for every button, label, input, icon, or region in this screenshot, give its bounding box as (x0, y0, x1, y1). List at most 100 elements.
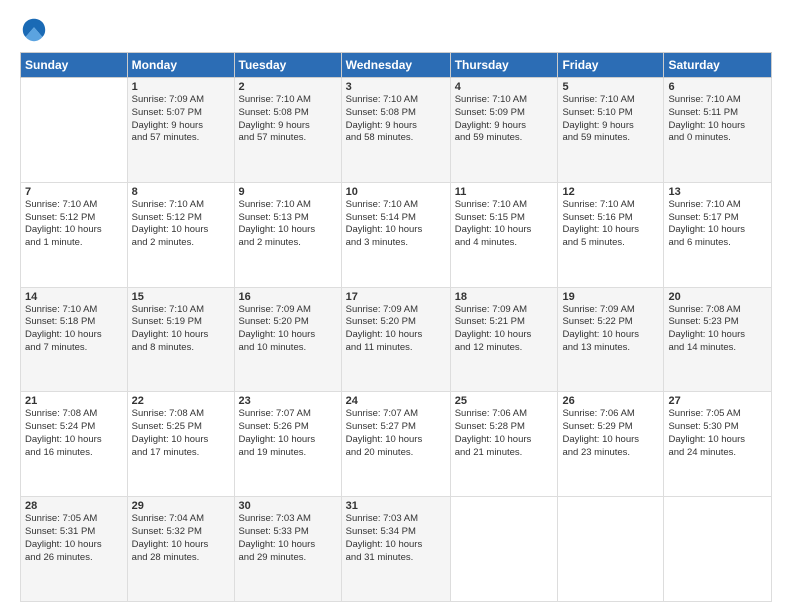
day-number: 13 (668, 186, 767, 198)
day-info: Sunrise: 7:10 AMSunset: 5:19 PMDaylight:… (132, 304, 230, 355)
header-day-monday: Monday (127, 53, 234, 78)
page: SundayMondayTuesdayWednesdayThursdayFrid… (0, 0, 792, 612)
calendar-cell: 24Sunrise: 7:07 AMSunset: 5:27 PMDayligh… (341, 392, 450, 497)
day-number: 5 (562, 81, 659, 93)
day-info: Sunrise: 7:10 AMSunset: 5:14 PMDaylight:… (346, 199, 446, 250)
week-row-5: 28Sunrise: 7:05 AMSunset: 5:31 PMDayligh… (21, 497, 772, 602)
day-info: Sunrise: 7:10 AMSunset: 5:13 PMDaylight:… (239, 199, 337, 250)
calendar-cell (558, 497, 664, 602)
day-info: Sunrise: 7:08 AMSunset: 5:24 PMDaylight:… (25, 408, 123, 459)
day-info: Sunrise: 7:05 AMSunset: 5:30 PMDaylight:… (668, 408, 767, 459)
day-info: Sunrise: 7:03 AMSunset: 5:33 PMDaylight:… (239, 513, 337, 564)
day-info: Sunrise: 7:10 AMSunset: 5:08 PMDaylight:… (239, 94, 337, 145)
day-number: 29 (132, 500, 230, 512)
calendar-cell: 2Sunrise: 7:10 AMSunset: 5:08 PMDaylight… (234, 78, 341, 183)
day-number: 8 (132, 186, 230, 198)
day-number: 30 (239, 500, 337, 512)
day-info: Sunrise: 7:10 AMSunset: 5:16 PMDaylight:… (562, 199, 659, 250)
day-number: 12 (562, 186, 659, 198)
header-day-wednesday: Wednesday (341, 53, 450, 78)
day-info: Sunrise: 7:09 AMSunset: 5:20 PMDaylight:… (239, 304, 337, 355)
calendar-cell: 18Sunrise: 7:09 AMSunset: 5:21 PMDayligh… (450, 287, 558, 392)
day-info: Sunrise: 7:07 AMSunset: 5:27 PMDaylight:… (346, 408, 446, 459)
calendar-cell: 15Sunrise: 7:10 AMSunset: 5:19 PMDayligh… (127, 287, 234, 392)
calendar-cell: 4Sunrise: 7:10 AMSunset: 5:09 PMDaylight… (450, 78, 558, 183)
calendar-cell: 3Sunrise: 7:10 AMSunset: 5:08 PMDaylight… (341, 78, 450, 183)
calendar-cell: 29Sunrise: 7:04 AMSunset: 5:32 PMDayligh… (127, 497, 234, 602)
day-number: 15 (132, 291, 230, 303)
day-number: 23 (239, 395, 337, 407)
day-number: 20 (668, 291, 767, 303)
day-info: Sunrise: 7:09 AMSunset: 5:07 PMDaylight:… (132, 94, 230, 145)
calendar-cell: 8Sunrise: 7:10 AMSunset: 5:12 PMDaylight… (127, 182, 234, 287)
calendar-cell: 11Sunrise: 7:10 AMSunset: 5:15 PMDayligh… (450, 182, 558, 287)
calendar-cell: 30Sunrise: 7:03 AMSunset: 5:33 PMDayligh… (234, 497, 341, 602)
week-row-4: 21Sunrise: 7:08 AMSunset: 5:24 PMDayligh… (21, 392, 772, 497)
calendar-cell: 16Sunrise: 7:09 AMSunset: 5:20 PMDayligh… (234, 287, 341, 392)
logo-icon (20, 16, 48, 44)
day-info: Sunrise: 7:07 AMSunset: 5:26 PMDaylight:… (239, 408, 337, 459)
day-info: Sunrise: 7:10 AMSunset: 5:10 PMDaylight:… (562, 94, 659, 145)
day-info: Sunrise: 7:09 AMSunset: 5:21 PMDaylight:… (455, 304, 554, 355)
week-row-2: 7Sunrise: 7:10 AMSunset: 5:12 PMDaylight… (21, 182, 772, 287)
calendar-cell (664, 497, 772, 602)
day-number: 26 (562, 395, 659, 407)
header-row: SundayMondayTuesdayWednesdayThursdayFrid… (21, 53, 772, 78)
day-number: 9 (239, 186, 337, 198)
day-info: Sunrise: 7:10 AMSunset: 5:18 PMDaylight:… (25, 304, 123, 355)
day-number: 16 (239, 291, 337, 303)
day-number: 14 (25, 291, 123, 303)
day-number: 19 (562, 291, 659, 303)
calendar-cell: 5Sunrise: 7:10 AMSunset: 5:10 PMDaylight… (558, 78, 664, 183)
day-number: 6 (668, 81, 767, 93)
day-info: Sunrise: 7:10 AMSunset: 5:17 PMDaylight:… (668, 199, 767, 250)
calendar-cell: 26Sunrise: 7:06 AMSunset: 5:29 PMDayligh… (558, 392, 664, 497)
day-info: Sunrise: 7:08 AMSunset: 5:23 PMDaylight:… (668, 304, 767, 355)
calendar-cell: 13Sunrise: 7:10 AMSunset: 5:17 PMDayligh… (664, 182, 772, 287)
header (20, 16, 772, 44)
calendar-cell: 23Sunrise: 7:07 AMSunset: 5:26 PMDayligh… (234, 392, 341, 497)
day-number: 1 (132, 81, 230, 93)
calendar-cell: 27Sunrise: 7:05 AMSunset: 5:30 PMDayligh… (664, 392, 772, 497)
header-day-tuesday: Tuesday (234, 53, 341, 78)
day-number: 3 (346, 81, 446, 93)
calendar-cell: 9Sunrise: 7:10 AMSunset: 5:13 PMDaylight… (234, 182, 341, 287)
calendar-cell: 21Sunrise: 7:08 AMSunset: 5:24 PMDayligh… (21, 392, 128, 497)
calendar-cell: 17Sunrise: 7:09 AMSunset: 5:20 PMDayligh… (341, 287, 450, 392)
day-info: Sunrise: 7:08 AMSunset: 5:25 PMDaylight:… (132, 408, 230, 459)
calendar-cell: 14Sunrise: 7:10 AMSunset: 5:18 PMDayligh… (21, 287, 128, 392)
day-info: Sunrise: 7:10 AMSunset: 5:08 PMDaylight:… (346, 94, 446, 145)
day-number: 24 (346, 395, 446, 407)
header-day-thursday: Thursday (450, 53, 558, 78)
header-day-friday: Friday (558, 53, 664, 78)
calendar-cell: 10Sunrise: 7:10 AMSunset: 5:14 PMDayligh… (341, 182, 450, 287)
day-info: Sunrise: 7:09 AMSunset: 5:22 PMDaylight:… (562, 304, 659, 355)
day-number: 21 (25, 395, 123, 407)
day-number: 31 (346, 500, 446, 512)
logo (20, 16, 52, 44)
calendar-cell: 20Sunrise: 7:08 AMSunset: 5:23 PMDayligh… (664, 287, 772, 392)
calendar-cell (21, 78, 128, 183)
day-info: Sunrise: 7:09 AMSunset: 5:20 PMDaylight:… (346, 304, 446, 355)
calendar-cell (450, 497, 558, 602)
day-number: 27 (668, 395, 767, 407)
day-info: Sunrise: 7:06 AMSunset: 5:28 PMDaylight:… (455, 408, 554, 459)
day-number: 28 (25, 500, 123, 512)
day-info: Sunrise: 7:10 AMSunset: 5:12 PMDaylight:… (25, 199, 123, 250)
calendar-cell: 7Sunrise: 7:10 AMSunset: 5:12 PMDaylight… (21, 182, 128, 287)
day-number: 2 (239, 81, 337, 93)
day-info: Sunrise: 7:10 AMSunset: 5:15 PMDaylight:… (455, 199, 554, 250)
week-row-3: 14Sunrise: 7:10 AMSunset: 5:18 PMDayligh… (21, 287, 772, 392)
day-number: 4 (455, 81, 554, 93)
week-row-1: 1Sunrise: 7:09 AMSunset: 5:07 PMDaylight… (21, 78, 772, 183)
calendar-cell: 12Sunrise: 7:10 AMSunset: 5:16 PMDayligh… (558, 182, 664, 287)
calendar-table: SundayMondayTuesdayWednesdayThursdayFrid… (20, 52, 772, 602)
day-number: 11 (455, 186, 554, 198)
day-info: Sunrise: 7:10 AMSunset: 5:09 PMDaylight:… (455, 94, 554, 145)
calendar-cell: 19Sunrise: 7:09 AMSunset: 5:22 PMDayligh… (558, 287, 664, 392)
day-number: 10 (346, 186, 446, 198)
calendar-cell: 6Sunrise: 7:10 AMSunset: 5:11 PMDaylight… (664, 78, 772, 183)
day-number: 17 (346, 291, 446, 303)
calendar-cell: 25Sunrise: 7:06 AMSunset: 5:28 PMDayligh… (450, 392, 558, 497)
day-info: Sunrise: 7:10 AMSunset: 5:11 PMDaylight:… (668, 94, 767, 145)
